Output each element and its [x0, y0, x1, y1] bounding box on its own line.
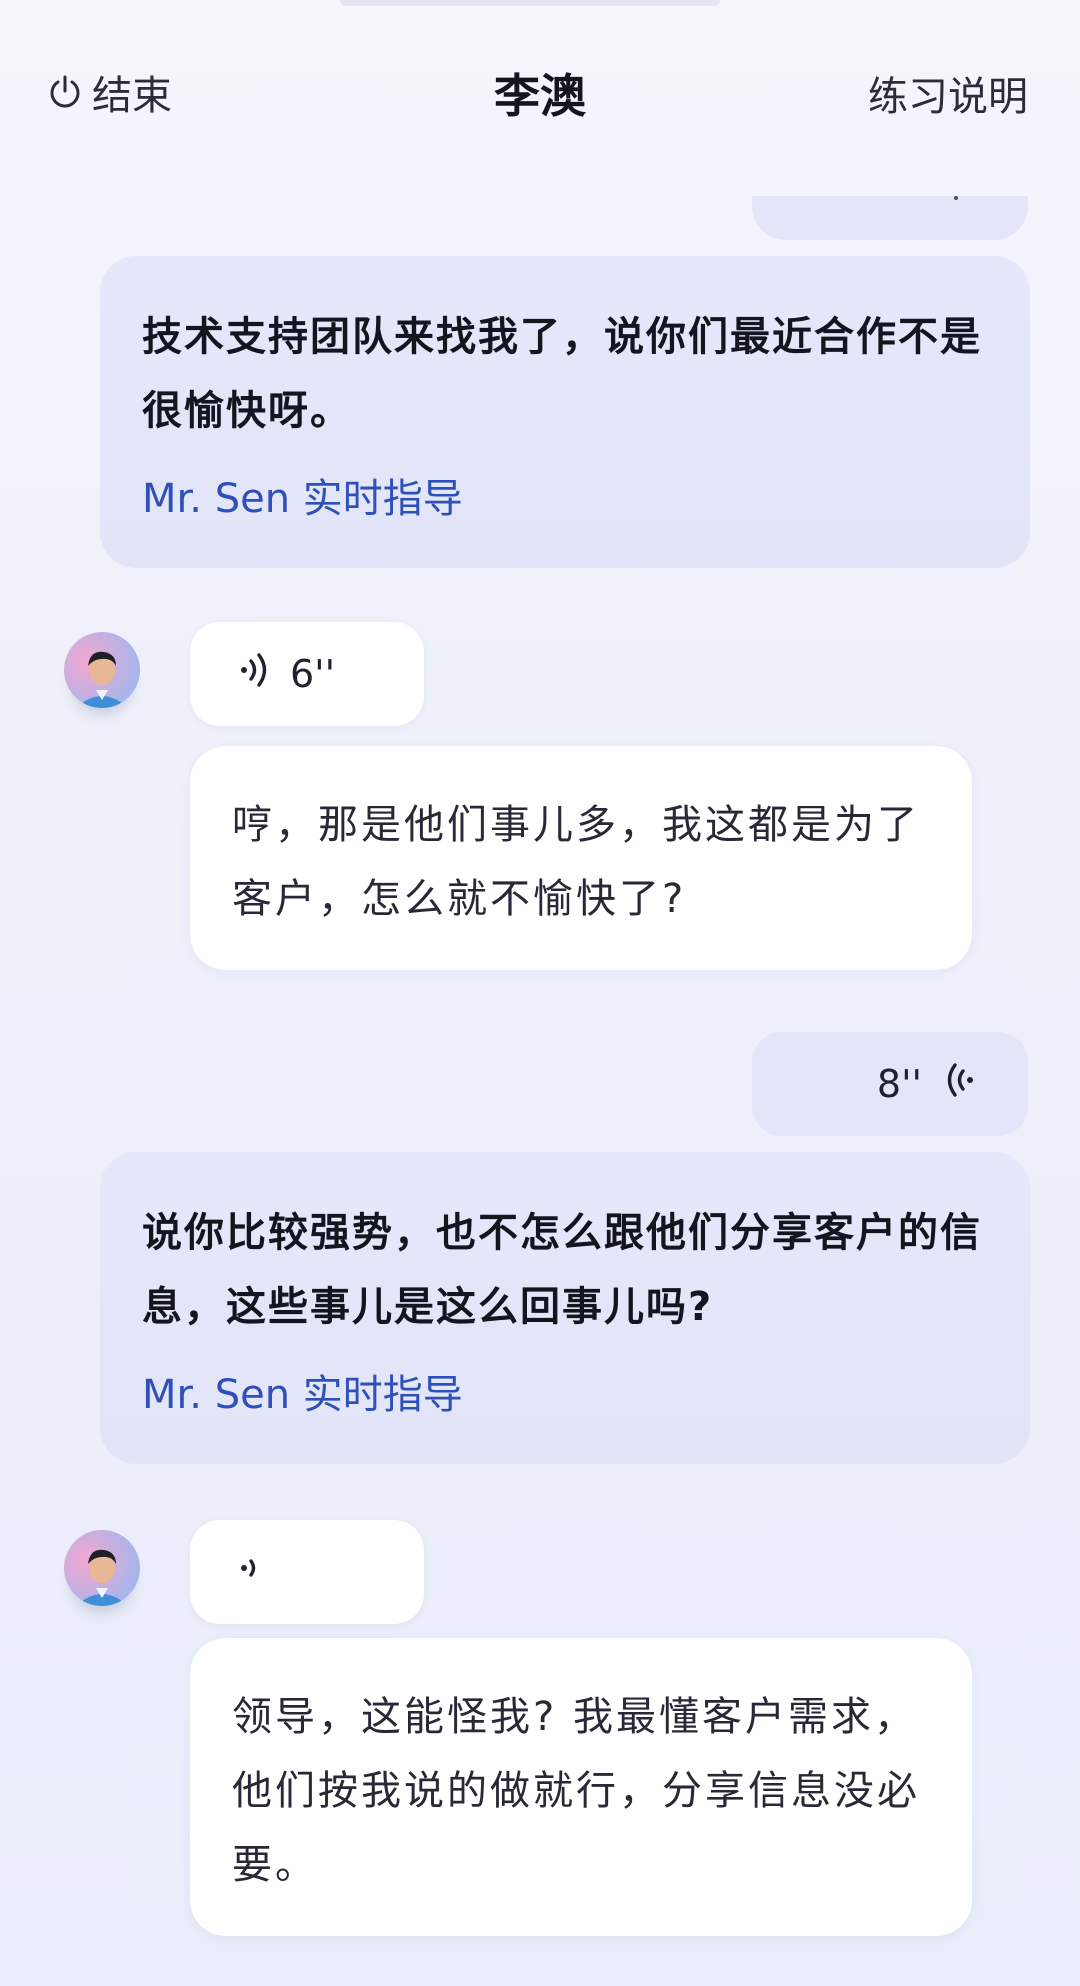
- avatar[interactable]: [64, 1530, 140, 1606]
- user-message-text: 技术支持团队来找我了，说你们最近合作不是很愉快呀。: [142, 314, 982, 434]
- ai-message: 哼，那是他们事儿多，我这都是为了客户，怎么就不愉快了?: [190, 746, 972, 970]
- user-message-text: 说你比较强势，也不怎么跟他们分享客户的信息，这些事儿是这么回事儿吗?: [142, 1210, 982, 1330]
- voice-duration: 8'': [876, 1062, 922, 1106]
- ai-message-text: 哼，那是他们事儿多，我这都是为了客户，怎么就不愉快了?: [232, 802, 920, 922]
- realtime-guide-link[interactable]: Mr. Sen 实时指导: [142, 1362, 988, 1420]
- ai-voice-message[interactable]: [190, 1520, 424, 1624]
- ai-message: 领导，这能怪我? 我最懂客户需求，他们按我说的做就行，分享信息没必要。: [190, 1638, 972, 1936]
- ai-voice-message[interactable]: 6'': [190, 622, 424, 726]
- user-voice-message[interactable]: 8'': [752, 1032, 1028, 1136]
- realtime-guide-link[interactable]: Mr. Sen 实时指导: [142, 466, 988, 524]
- user-message: 说你比较强势，也不怎么跟他们分享客户的信息，这些事儿是这么回事儿吗? Mr. S…: [100, 1152, 1030, 1464]
- top-bar: 结束 李澳 练习说明: [0, 0, 1080, 190]
- avatar[interactable]: [64, 632, 140, 708]
- voice-wave-icon: [940, 1060, 980, 1109]
- voice-wave-icon: [234, 650, 274, 699]
- user-message: 技术支持团队来找我了，说你们最近合作不是很愉快呀。 Mr. Sen 实时指导: [100, 256, 1030, 568]
- voice-duration: 6'': [290, 652, 336, 696]
- practice-instructions-link[interactable]: 练习说明: [868, 64, 1028, 122]
- previous-voice-bubble[interactable]: [752, 196, 1028, 240]
- ai-message-text: 领导，这能怪我? 我最懂客户需求，他们按我说的做就行，分享信息没必要。: [232, 1694, 920, 1888]
- voice-wave-icon: [234, 1548, 274, 1597]
